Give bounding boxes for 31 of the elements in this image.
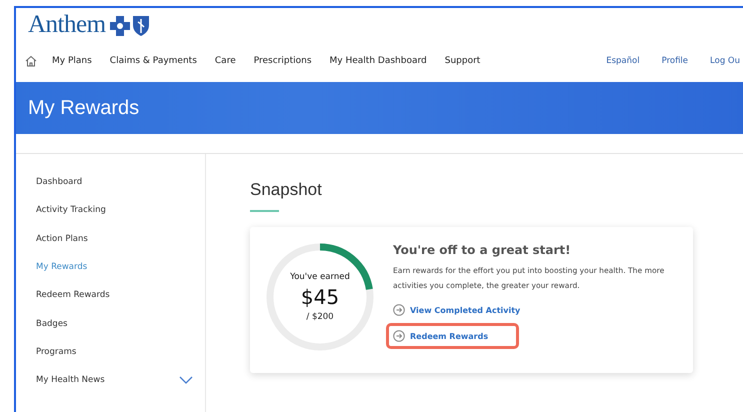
sidebar-item[interactable]: Action Plans: [36, 234, 88, 244]
nav-link[interactable]: Español: [584, 56, 640, 66]
card-link[interactable]: Redeem Rewards: [386, 323, 520, 349]
sidebar-item[interactable]: Redeem Rewards: [36, 290, 110, 300]
nav-link[interactable]: Claims & Payments: [100, 56, 206, 66]
sidebar-item[interactable]: My Rewards: [36, 262, 88, 272]
card-heading: You're off to a great start!: [393, 243, 572, 257]
nav-link[interactable]: Log Ou: [688, 56, 740, 66]
nav-link[interactable]: Profile: [640, 56, 688, 66]
card-link[interactable]: View Completed Activity: [386, 297, 528, 323]
logo-text[interactable]: Anthem: [28, 11, 106, 39]
arrow-circle-icon: [393, 304, 405, 316]
nav-link[interactable]: My Health Dashboard: [320, 56, 436, 66]
page-title: My Rewards: [28, 96, 140, 120]
sidebar-item[interactable]: Badges: [36, 318, 68, 329]
sidebar-item[interactable]: Activity Tracking: [36, 205, 106, 216]
sidebar-item[interactable]: Programs: [36, 346, 76, 357]
sidebar-item[interactable]: Dashboard: [36, 177, 82, 188]
earned-label: You've earned: [290, 272, 350, 282]
reward-total: / $200: [306, 312, 334, 322]
chevron-down-icon[interactable]: [179, 376, 193, 384]
nav-link[interactable]: Prescriptions: [244, 56, 321, 66]
earned-amount: $45: [300, 285, 340, 309]
section-title: Snapshot: [250, 180, 323, 200]
nav-link[interactable]: Support: [436, 56, 490, 66]
nav-link[interactable]: Care: [206, 56, 245, 66]
sidebar-item[interactable]: My Health News: [36, 375, 105, 386]
cross-shield-icon: [108, 14, 151, 36]
home-icon[interactable]: [25, 55, 37, 67]
nav-link[interactable]: My Plans: [43, 56, 101, 66]
arrow-circle-icon: [393, 330, 405, 342]
